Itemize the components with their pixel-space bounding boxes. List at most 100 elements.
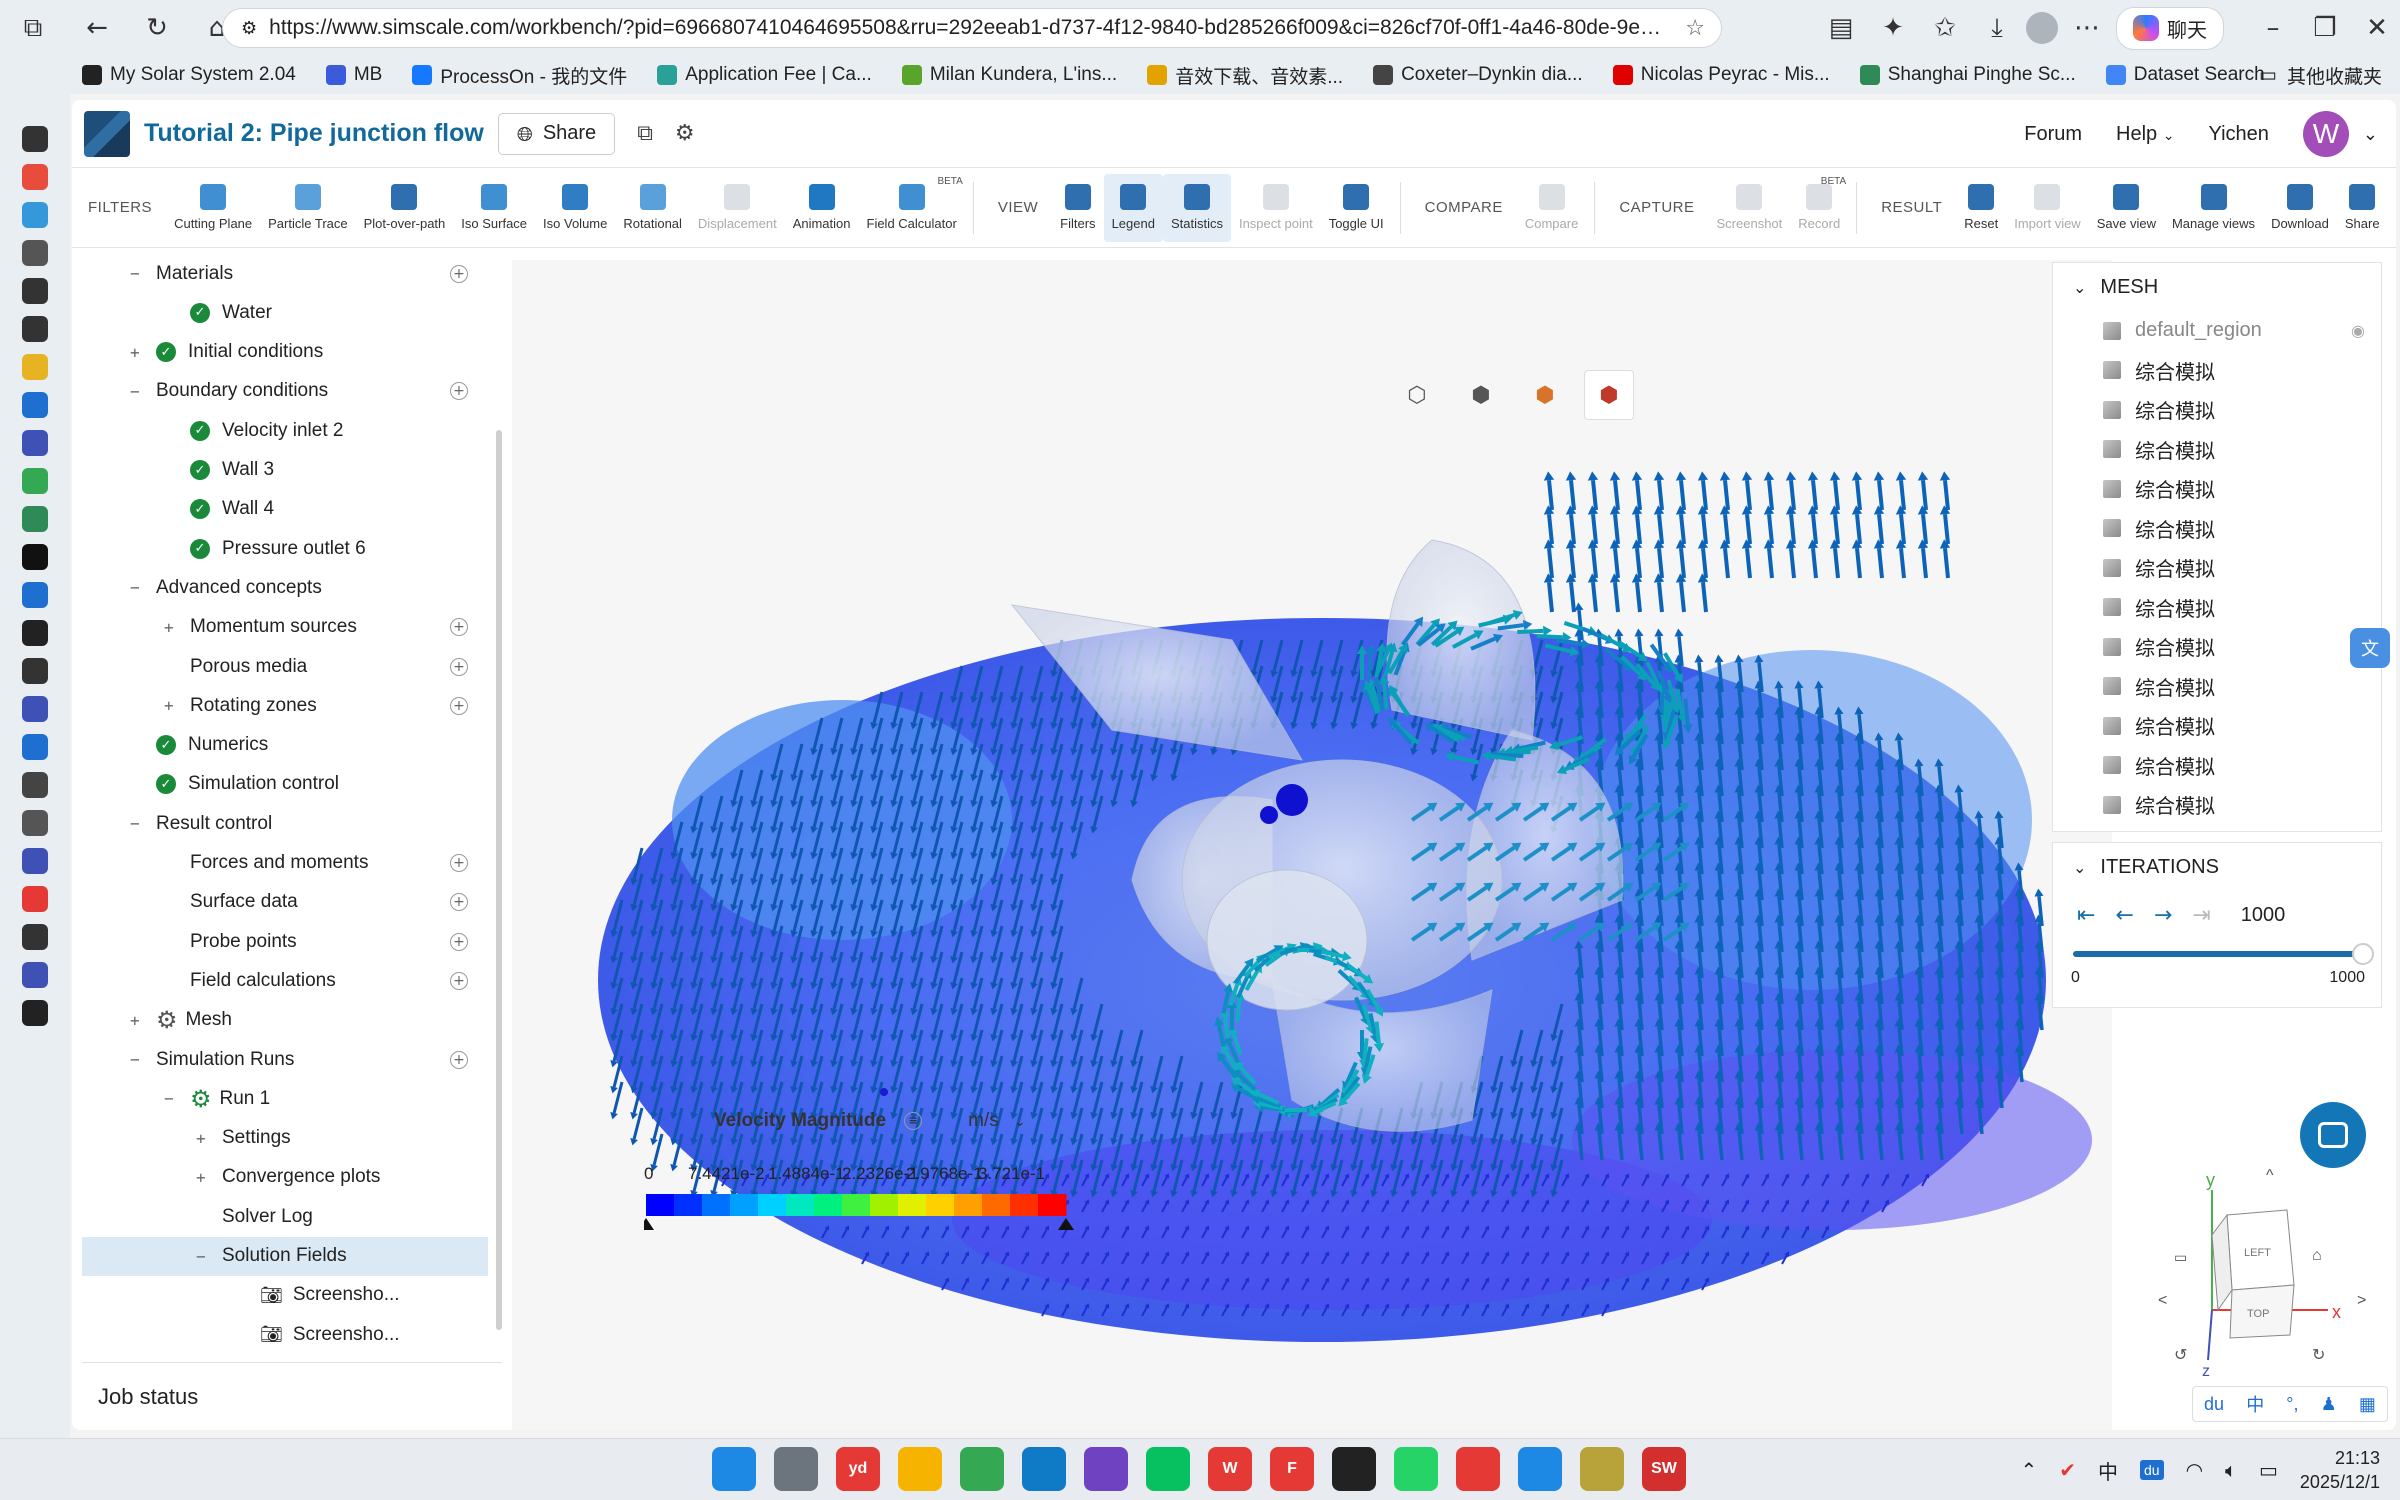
bookmark-item[interactable]: Application Fee | Ca... (657, 64, 872, 86)
tool-iso-surface[interactable]: Iso Surface (453, 174, 535, 242)
downloads-icon[interactable]: ⤓ (1974, 5, 2020, 51)
tree-item[interactable]: − Simulation Runs + (82, 1040, 488, 1079)
mesh-region-item[interactable]: 综合模拟 (2053, 706, 2381, 746)
wireframe-view-icon[interactable]: ⬡ (1392, 370, 1442, 420)
expand-icon[interactable]: + (196, 1168, 210, 1187)
taskbar-edge-icon[interactable] (1022, 1447, 1066, 1491)
tree-item[interactable]: ✓ Water (82, 293, 488, 332)
home-view-icon[interactable]: ⌂ (2312, 1247, 2322, 1264)
taskbar-file-explorer-icon[interactable] (898, 1447, 942, 1491)
tree-item[interactable]: + ⚙ Mesh (82, 1001, 488, 1040)
sidebar-app-icon[interactable] (22, 392, 48, 418)
sidebar-app-icon[interactable] (22, 886, 48, 912)
tree-item[interactable]: ✓ Wall 3 (82, 451, 488, 490)
sidebar-app-icon[interactable] (22, 316, 48, 342)
sidebar-app-icon[interactable] (22, 126, 48, 152)
job-status-panel[interactable]: Job status (82, 1362, 502, 1430)
settings-gear-icon[interactable]: ⚙ (675, 121, 695, 146)
tool-statistics[interactable]: Statistics (1162, 173, 1231, 242)
refresh-icon[interactable]: ↻ (134, 5, 180, 51)
sidebar-app-icon[interactable] (22, 772, 48, 798)
expand-icon[interactable]: + (130, 343, 144, 362)
tool-field-calculator[interactable]: Field Calculator BETA (859, 174, 965, 242)
tree-item[interactable]: + Settings (82, 1119, 488, 1158)
project-title[interactable]: Tutorial 2: Pipe junction flow (144, 119, 484, 148)
back-icon[interactable]: ← (74, 5, 120, 51)
favorites-icon[interactable]: ✩ (1922, 5, 1968, 51)
battery-icon[interactable]: ▭ (2259, 1458, 2278, 1482)
sidebar-app-icon[interactable] (22, 468, 48, 494)
iterations-header[interactable]: ⌄ ITERATIONS (2053, 843, 2381, 891)
ime-indicator[interactable]: 中 (2098, 1456, 2118, 1485)
tree-item[interactable]: Surface data + (82, 883, 488, 922)
taskbar-wps-icon[interactable]: W (1208, 1447, 1252, 1491)
mesh-region-item[interactable]: 综合模拟 (2053, 548, 2381, 588)
bookmark-item[interactable]: My Solar System 2.04 (82, 64, 296, 86)
tree-item[interactable]: − ⚙ Run 1 (82, 1079, 488, 1118)
copilot-chat-button[interactable]: 聊天 (2116, 6, 2224, 50)
ime-mode-icon[interactable]: 中 (2246, 1391, 2264, 1417)
mesh-region-item[interactable]: 综合模拟 (2053, 390, 2381, 430)
tool-share[interactable]: Share (2337, 174, 2388, 242)
sidebar-app-icon[interactable] (22, 278, 48, 304)
ime-logo-icon[interactable]: du (2204, 1394, 2224, 1415)
reading-mode-icon[interactable]: ▤ (1818, 5, 1864, 51)
support-chat-button[interactable] (2300, 1102, 2366, 1168)
taskbar-todo-icon[interactable] (1518, 1447, 1562, 1491)
profile-avatar[interactable] (2026, 12, 2058, 44)
volume-icon[interactable]: 🔈︎ (2225, 1458, 2237, 1482)
expand-icon[interactable]: + (130, 1011, 144, 1030)
bookmark-item[interactable]: MB (325, 64, 382, 86)
taskbar-qq-icon[interactable] (1332, 1447, 1376, 1491)
sidebar-app-icon[interactable] (22, 924, 48, 950)
collapse-icon[interactable]: − (130, 1050, 144, 1069)
legend-unit-select[interactable]: m/s ⌄ (968, 1110, 1026, 1132)
user-menu[interactable]: W ⌄ (2302, 111, 2378, 157)
rotate-ccw-icon[interactable]: ↺ (2174, 1347, 2187, 1364)
mesh-region-item[interactable]: 综合模拟 (2053, 746, 2381, 786)
tool-save-view[interactable]: Save view (2089, 174, 2164, 242)
url-text[interactable]: https://www.simscale.com/workbench/?pid=… (269, 16, 1669, 40)
expand-icon[interactable]: + (196, 1129, 210, 1148)
ime-punctuation-icon[interactable]: °, (2286, 1394, 2298, 1415)
rotate-left-icon[interactable]: < (2158, 1292, 2167, 1309)
share-project-button[interactable]: 🌐︎ Share (497, 112, 616, 155)
forum-link[interactable]: Forum (2024, 123, 2082, 146)
close-window-icon[interactable]: ✕ (2354, 5, 2400, 51)
baidu-ime-icon[interactable]: du (2139, 1460, 2164, 1480)
sidebar-app-icon[interactable] (22, 962, 48, 988)
tray-app-icon[interactable]: ✔ (2059, 1458, 2076, 1482)
add-icon[interactable]: + (450, 657, 468, 676)
copy-icon[interactable]: ⧉ (637, 121, 653, 146)
taskbar-youdao-icon[interactable]: yd (836, 1447, 880, 1491)
taskbar-whatsapp-icon[interactable] (1394, 1447, 1438, 1491)
ime-skin-icon[interactable]: ♟ (2321, 1394, 2337, 1415)
tool-download[interactable]: Download (2263, 174, 2337, 242)
first-iteration-icon[interactable]: ⇤ (2077, 903, 2095, 928)
collapse-icon[interactable]: − (130, 578, 144, 597)
bookmark-item[interactable]: Milan Kundera, L'ins... (901, 64, 1117, 86)
clock[interactable]: 21:13 2025/12/1 (2300, 1446, 2380, 1494)
add-icon[interactable]: + (450, 618, 468, 637)
collapse-icon[interactable]: − (130, 814, 144, 833)
taskbar-netease-music-icon[interactable] (1456, 1447, 1500, 1491)
wifi-icon[interactable]: ◠ (2186, 1458, 2203, 1482)
expand-icon[interactable]: + (164, 618, 178, 637)
sidebar-app-icon[interactable] (22, 164, 48, 190)
sidebar-app-icon[interactable] (22, 734, 48, 760)
mesh-region-item[interactable]: 综合模拟 (2053, 351, 2381, 391)
tool-legend[interactable]: Legend (1103, 173, 1163, 242)
add-icon[interactable]: + (450, 696, 468, 715)
favorite-star-icon[interactable]: ☆ (1685, 16, 1705, 41)
sidebar-app-icon[interactable] (22, 696, 48, 722)
tree-item[interactable]: − Boundary conditions + (82, 372, 488, 411)
collapse-icon[interactable]: − (196, 1247, 210, 1266)
tree-item[interactable]: Solver Log (82, 1197, 488, 1236)
sidebar-app-icon[interactable] (22, 582, 48, 608)
rotate-cw-icon[interactable]: ↻ (2312, 1347, 2325, 1364)
mesh-region-item[interactable]: 综合模拟 (2053, 588, 2381, 628)
simscale-logo[interactable] (84, 110, 130, 157)
taskbar-wechat-icon[interactable] (1146, 1447, 1190, 1491)
bookmark-item[interactable]: Dataset Search (2105, 64, 2265, 86)
mesh-region-item[interactable]: 综合模拟 (2053, 785, 2381, 825)
